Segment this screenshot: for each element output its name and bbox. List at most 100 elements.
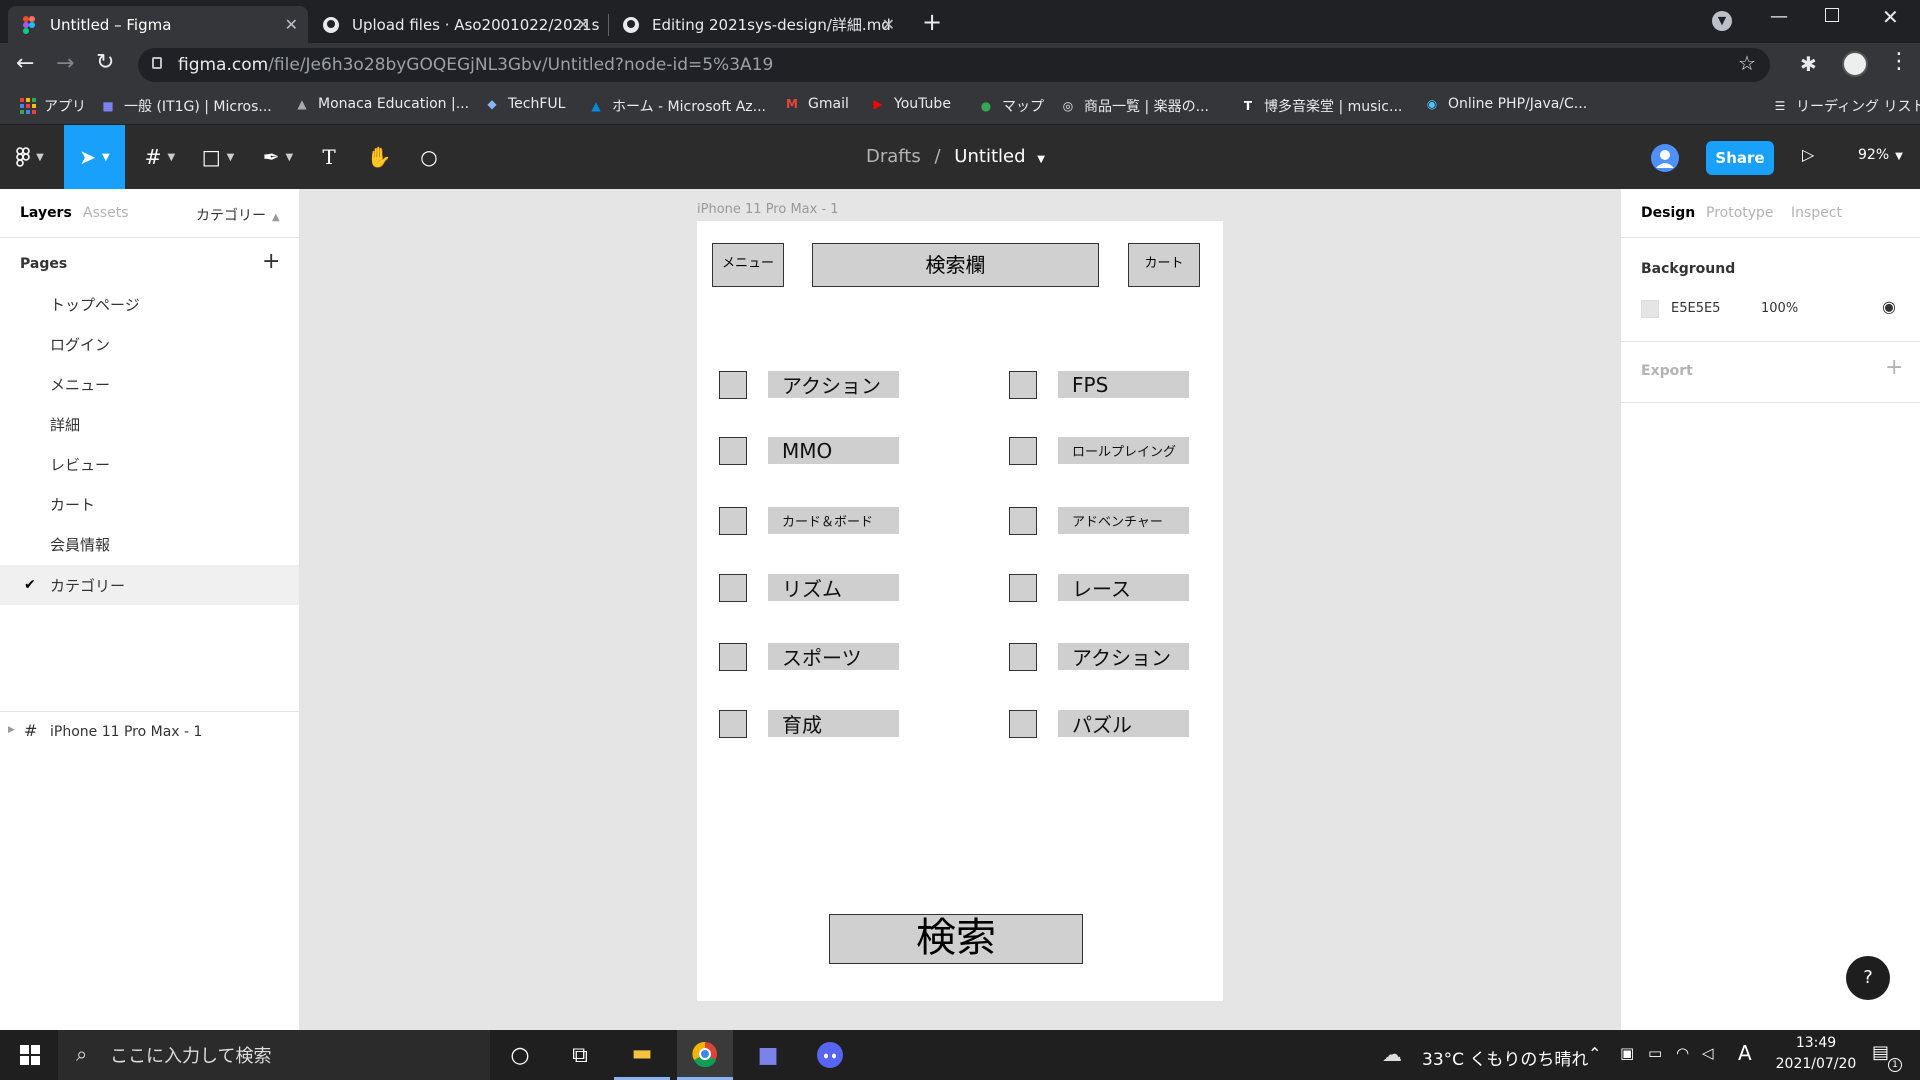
task-view-icon[interactable]: ⧉ bbox=[552, 1030, 608, 1080]
present-play-icon[interactable]: ▷ bbox=[1802, 145, 1814, 164]
reading-list[interactable]: ☰ リーディング リスト bbox=[1772, 96, 1920, 116]
tab-design[interactable]: Design bbox=[1641, 205, 1695, 221]
omnibox[interactable]: figma.com/file/Je6h3o28byGOQEGjNL3Gbv/Un… bbox=[138, 48, 1770, 82]
comment-tool[interactable]: ○ bbox=[414, 125, 444, 189]
close-tab-icon[interactable]: ✕ bbox=[577, 15, 590, 34]
tab-github-editing[interactable]: Editing 2021sys-design/詳細.md ✕ bbox=[610, 6, 905, 43]
page-item[interactable]: メニュー bbox=[0, 364, 299, 404]
text-tool[interactable]: T bbox=[314, 125, 344, 189]
bookmark-maps[interactable]: ● マップ bbox=[978, 96, 1044, 116]
bookmark-techful[interactable]: ◆ TechFUL bbox=[484, 96, 565, 112]
category-checkbox[interactable] bbox=[719, 710, 747, 738]
category-checkbox[interactable] bbox=[719, 371, 747, 399]
user-avatar[interactable] bbox=[1651, 144, 1679, 172]
page-item[interactable]: カート bbox=[0, 484, 299, 524]
category-checkbox[interactable] bbox=[1009, 507, 1037, 535]
tab-figma[interactable]: Untitled – Figma ✕ bbox=[8, 6, 308, 43]
clock-date[interactable]: 2021/07/20 bbox=[1768, 1056, 1864, 1072]
close-tab-icon[interactable]: ✕ bbox=[882, 15, 895, 34]
search-field[interactable]: 検索欄 bbox=[812, 243, 1099, 287]
wireframe-frame[interactable]: メニュー 検索欄 カート アクション MMO カード＆ボード リズム スポーツ … bbox=[697, 221, 1223, 1001]
tab-inspect[interactable]: Inspect bbox=[1791, 205, 1842, 221]
bookmark-hakata[interactable]: T 博多音楽堂 | music... bbox=[1240, 96, 1402, 116]
reload-icon[interactable]: ↻ bbox=[96, 50, 114, 75]
back-icon[interactable]: ← bbox=[16, 51, 34, 76]
lock-icon[interactable] bbox=[152, 57, 162, 69]
background-hex[interactable]: E5E5E5 bbox=[1671, 301, 1720, 316]
tab-assets[interactable]: Assets bbox=[83, 205, 129, 221]
category-checkbox[interactable] bbox=[719, 643, 747, 671]
forward-icon[interactable]: → bbox=[56, 51, 74, 76]
battery-icon[interactable]: ▭ bbox=[1648, 1044, 1662, 1062]
page-item-selected[interactable]: ✔ カテゴリー bbox=[0, 565, 299, 605]
taskbar-search-box[interactable]: ⌕ ここに入力して検索 bbox=[58, 1030, 490, 1080]
bookmark-star-icon[interactable]: ☆ bbox=[1738, 51, 1756, 75]
chrome-menu-icon[interactable]: ⋮ bbox=[1888, 49, 1910, 74]
file-explorer-icon[interactable]: ▬ bbox=[614, 1030, 670, 1080]
bookmark-online-php[interactable]: ◉ Online PHP/Java/C... bbox=[1424, 96, 1587, 112]
layer-frame-name[interactable]: iPhone 11 Pro Max - 1 bbox=[50, 724, 202, 740]
chevron-down-icon[interactable]: ▼ bbox=[1037, 154, 1045, 165]
category-checkbox[interactable] bbox=[719, 507, 747, 535]
restore-icon[interactable] bbox=[1825, 8, 1839, 22]
volume-icon[interactable]: ◁ bbox=[1702, 1044, 1714, 1062]
cortana-icon[interactable]: ○ bbox=[492, 1030, 548, 1080]
notification-icon[interactable]: ▤ bbox=[1872, 1042, 1889, 1063]
close-tab-icon[interactable]: ✕ bbox=[285, 15, 298, 34]
eye-visibility-icon[interactable]: ◉ bbox=[1882, 297, 1896, 316]
menu-button[interactable]: メニュー bbox=[712, 243, 784, 287]
ime-indicator[interactable]: A bbox=[1738, 1041, 1752, 1065]
new-tab-icon[interactable]: + bbox=[922, 8, 942, 36]
pen-tool[interactable]: ✒ ▼ bbox=[256, 125, 300, 189]
bookmark-youtube[interactable]: ▶ YouTube bbox=[870, 96, 951, 112]
url-text[interactable]: figma.com/file/Je6h3o28byGOQEGjNL3Gbv/Un… bbox=[178, 55, 773, 75]
category-checkbox[interactable] bbox=[1009, 371, 1037, 399]
page-item[interactable]: ログイン bbox=[0, 324, 299, 364]
page-switcher[interactable]: カテゴリー ▲ bbox=[196, 205, 280, 225]
zoom-level[interactable]: 92% ▼ bbox=[1858, 147, 1903, 163]
tab-github-upload[interactable]: Upload files · Aso2001022/2021s ✕ bbox=[310, 6, 600, 43]
add-export-icon[interactable]: + bbox=[1885, 355, 1903, 380]
extensions-icon[interactable]: ✱ bbox=[1800, 52, 1817, 76]
background-opacity[interactable]: 100% bbox=[1761, 301, 1798, 316]
tab-prototype[interactable]: Prototype bbox=[1706, 205, 1774, 221]
file-name[interactable]: Untitled bbox=[954, 146, 1025, 167]
add-page-icon[interactable]: + bbox=[262, 249, 280, 274]
frame-label[interactable]: iPhone 11 Pro Max - 1 bbox=[697, 202, 839, 217]
close-window-icon[interactable]: ✕ bbox=[1882, 5, 1899, 29]
tray-chevron-icon[interactable]: ⌃ bbox=[1588, 1044, 1601, 1063]
background-swatch[interactable] bbox=[1641, 300, 1659, 318]
bookmark-gmail[interactable]: M Gmail bbox=[784, 96, 849, 112]
weather-text[interactable]: 33°C くもりのち晴れ bbox=[1422, 1045, 1588, 1070]
page-item[interactable]: 詳細 bbox=[0, 404, 299, 444]
meet-now-icon[interactable]: ▣ bbox=[1620, 1044, 1634, 1062]
bookmark-monaca[interactable]: ▲ Monaca Education |... bbox=[294, 96, 469, 112]
windows-start-icon[interactable] bbox=[2, 1030, 58, 1080]
bookmark-apps[interactable]: アプリ bbox=[20, 96, 86, 116]
weather-cloud-icon[interactable]: ☁ bbox=[1382, 1042, 1402, 1066]
help-button[interactable]: ? bbox=[1846, 956, 1890, 1000]
minimize-icon[interactable]: — bbox=[1770, 6, 1788, 27]
frame-tool[interactable]: # ▼ bbox=[138, 125, 182, 189]
category-checkbox[interactable] bbox=[1009, 437, 1037, 465]
teams-icon[interactable]: ■ bbox=[740, 1030, 796, 1080]
bookmark-teams[interactable]: ■ 一般 (IT1G) | Micros... bbox=[100, 96, 271, 116]
cart-button[interactable]: カート bbox=[1128, 243, 1200, 287]
bookmark-azure[interactable]: ▲ ホーム - Microsoft Az... bbox=[588, 96, 766, 116]
profile-avatar[interactable] bbox=[1842, 51, 1868, 77]
category-checkbox[interactable] bbox=[1009, 574, 1037, 602]
page-item[interactable]: トップページ bbox=[0, 284, 299, 324]
chrome-icon[interactable] bbox=[677, 1030, 733, 1080]
tab-search-icon[interactable]: ▼ bbox=[1712, 11, 1732, 31]
expand-caret-icon[interactable]: ▶ bbox=[8, 725, 15, 735]
category-checkbox[interactable] bbox=[719, 437, 747, 465]
hand-tool[interactable]: ✋ bbox=[364, 125, 394, 189]
category-checkbox[interactable] bbox=[1009, 643, 1037, 671]
search-button[interactable]: 検索 bbox=[829, 914, 1083, 964]
shape-tool[interactable]: □ ▼ bbox=[196, 125, 240, 189]
category-checkbox[interactable] bbox=[719, 574, 747, 602]
bookmark-shop[interactable]: ◎ 商品一覧 | 楽器の... bbox=[1060, 96, 1209, 116]
tab-layers[interactable]: Layers bbox=[20, 205, 72, 221]
clock-time[interactable]: 13:49 bbox=[1776, 1035, 1856, 1051]
share-button[interactable]: Share bbox=[1706, 141, 1774, 175]
